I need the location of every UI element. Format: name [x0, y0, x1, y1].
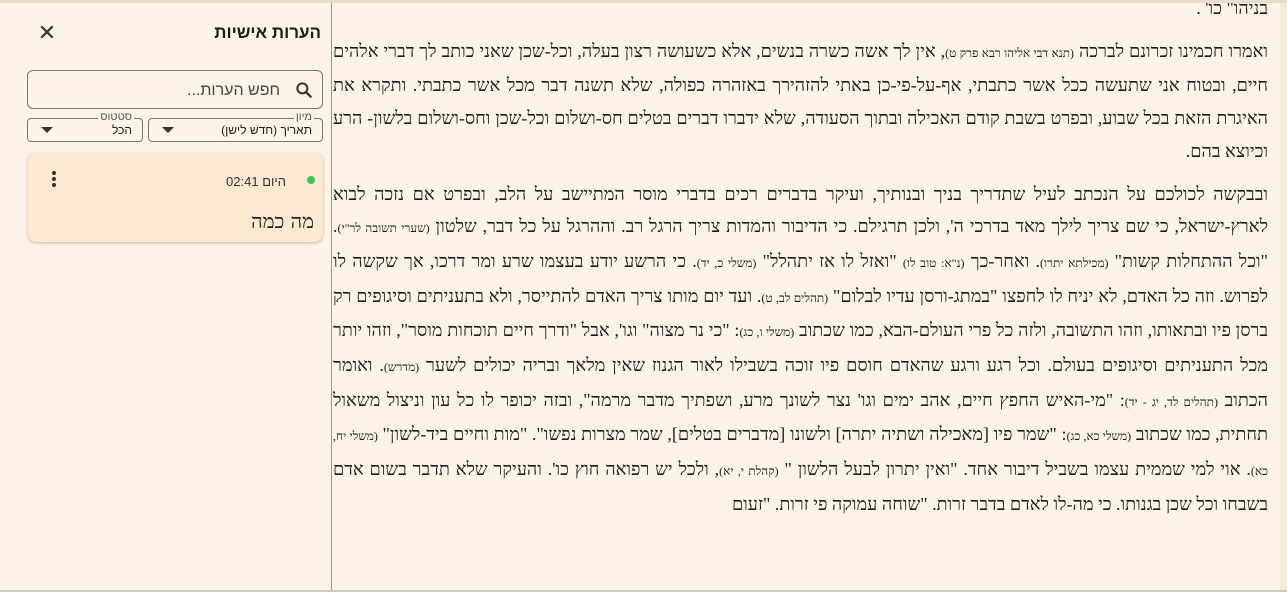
reading-pane: בניהו" כו' . ואמרו חכמינו זכרונם לברכה (… — [333, 3, 1280, 592]
source-citation: (משלי ו, כג) — [739, 325, 795, 340]
search-notes-field[interactable] — [27, 70, 323, 109]
chevron-down-icon — [162, 127, 174, 133]
note-text: מה כמה — [251, 209, 314, 233]
source-citation: (נ"א: טוב לו) — [902, 255, 965, 270]
source-citation: (תנא דבי אליהו רבא פרק ט) — [945, 45, 1075, 60]
sort-select[interactable]: מיון תאריך (חדש לישן) — [148, 111, 323, 142]
note-card[interactable]: היום 02:41 מה כמה — [28, 153, 323, 242]
sort-value: תאריך (חדש לישן) — [221, 123, 312, 137]
more-options-icon[interactable] — [48, 169, 60, 191]
close-icon[interactable]: ✕ — [36, 23, 58, 45]
sort-label: מיון — [293, 111, 314, 123]
app-window: הערות אישיות ✕ מיון תאריך (חדש לישן) סטט… — [0, 0, 1287, 592]
source-citation: (משלי כא, כג) — [1066, 429, 1132, 444]
paragraph: בניהו" כו' . — [333, 3, 1280, 25]
text-run: : "שמר פיו [מאכילה ושתיה יתרה] ולשונו [מ… — [377, 424, 1067, 445]
search-input[interactable] — [68, 79, 282, 103]
text-run: ובבקשה לכולכם על הנכתב לעיל שתדריך בניך … — [333, 183, 1268, 237]
panel-title: הערות אישיות — [214, 23, 321, 42]
status-select[interactable]: סטטוס הכל — [27, 111, 143, 142]
status-label: סטטוס — [98, 111, 134, 123]
paragraph: ובבקשה לכולכם על הנכתב לעיל שתדריך בניך … — [333, 178, 1280, 521]
text-run: ואמרו חכמינו זכרונם לברכה — [1074, 40, 1269, 61]
status-value: הכל — [111, 123, 132, 137]
status-dot-icon — [307, 176, 315, 184]
text-run: "ואזל לו אז יתהלל" — [756, 250, 903, 271]
source-citation: (משלי כ, יד) — [696, 255, 757, 270]
chevron-down-icon — [41, 127, 53, 133]
paragraph: ואמרו חכמינו זכרונם לברכה (תנא דבי אליהו… — [333, 35, 1280, 168]
text-run: בניהו" כו' . — [1196, 3, 1268, 18]
source-citation: (מכילתא יתרו) — [1040, 255, 1109, 270]
scrollbar[interactable] — [1280, 3, 1287, 592]
source-citation: (שערי תשובה לר"י) — [337, 221, 430, 236]
personal-notes-panel: הערות אישיות ✕ מיון תאריך (חדש לישן) סטט… — [0, 3, 332, 592]
search-icon[interactable] — [294, 80, 314, 100]
source-citation: (קהלת י, יא) — [719, 464, 779, 479]
source-citation: (תהלים לד, יג - יד) — [1124, 394, 1218, 409]
text-run: . ואחר-כך — [964, 250, 1041, 271]
note-timestamp: היום 02:41 — [226, 174, 286, 189]
text-run: . אוי למי שממית עצמו בשביל דיבור אחד. "ו… — [778, 459, 1251, 480]
source-citation: (תהלים לב, ט) — [761, 290, 829, 305]
source-citation: (מדרש) — [383, 360, 420, 375]
